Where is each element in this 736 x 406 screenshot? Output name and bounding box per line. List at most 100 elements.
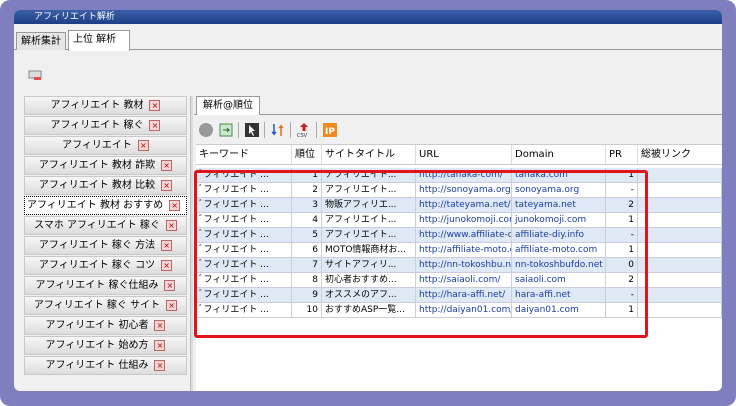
cell-title: MOTO情報商材お...	[322, 243, 416, 258]
cell-keyword: ﾞフィリエイト ...	[196, 273, 292, 288]
keyword-item[interactable]: アフィリエイト 稼ぐ サイト ×	[24, 296, 187, 315]
remove-keyword-icon[interactable]: ×	[165, 220, 177, 231]
cell-url: http://sonoyama.org/	[416, 183, 512, 198]
cell-backlinks	[638, 243, 722, 258]
column-header-backlinks[interactable]: 総被リンク	[638, 145, 722, 165]
cell-url: http://daiyan01.com/	[416, 303, 512, 318]
edit-list-icon[interactable]	[28, 70, 42, 81]
cell-domain: junokomoji.com	[512, 213, 606, 228]
cell-title: アフィリエイト...	[322, 183, 416, 198]
tab-aggregate[interactable]: 解析集計	[16, 32, 66, 50]
keyword-item[interactable]: アフィリエイト 仕組み ×	[24, 356, 187, 375]
table-row[interactable]: ﾞフィリエイト ... 1 アフィリエイト... http://tanaka-com/…	[196, 168, 722, 183]
splitter[interactable]	[190, 96, 193, 391]
stop-icon[interactable]	[198, 122, 214, 138]
cell-keyword: ﾞフィリエイト ...	[196, 198, 292, 213]
cell-pr: -	[606, 228, 638, 243]
column-header-url[interactable]: URL	[416, 145, 512, 165]
cursor-select-icon[interactable]	[244, 122, 260, 138]
keyword-item[interactable]: アフィリエイト 初心者 ×	[24, 316, 187, 335]
cell-backlinks	[638, 168, 722, 183]
table-row[interactable]: ﾞフィリエイト ... 6 MOTO情報商材お... http://affiliate…	[196, 243, 722, 258]
cell-title: アフィリエイト...	[322, 228, 416, 243]
tab-rank-analysis[interactable]: 解析@順位	[196, 96, 260, 115]
remove-keyword-icon[interactable]: ×	[166, 300, 178, 311]
cell-pr: 1	[606, 243, 638, 258]
result-toolbar: CSV IP	[194, 118, 722, 142]
svg-text:CSV: CSV	[297, 133, 308, 138]
cell-keyword: ﾞフィリエイト ...	[196, 168, 292, 183]
cell-rank: 8	[292, 273, 322, 288]
column-header-title[interactable]: サイトタイトル	[322, 145, 416, 165]
csv-export-icon[interactable]: CSV	[296, 122, 312, 139]
tab-top-analysis[interactable]: 上位 解析	[68, 30, 130, 51]
cell-pr: 0	[606, 258, 638, 273]
cell-keyword: ﾞフィリエイト ...	[196, 213, 292, 228]
keyword-label: アフィリエイト 仕組み	[45, 360, 149, 371]
sort-icon[interactable]	[270, 122, 286, 138]
cell-pr: 2	[606, 198, 638, 213]
cell-keyword: ﾞフィリエイト ...	[196, 243, 292, 258]
cell-keyword: ﾞフィリエイト ...	[196, 303, 292, 318]
cell-title: アフィリエイト...	[322, 168, 416, 183]
remove-keyword-icon[interactable]: ×	[154, 320, 166, 331]
cell-url: http://nn-tokoshbu.net/	[416, 258, 512, 273]
remove-keyword-icon[interactable]: ×	[149, 100, 161, 111]
ip-icon[interactable]: IP	[322, 122, 338, 138]
keyword-item[interactable]: アフィリエイト 稼ぐ ×	[24, 116, 187, 135]
keyword-item[interactable]: アフィリエイト ×	[24, 136, 187, 155]
cell-rank: 4	[292, 213, 322, 228]
window-title: アフィリエイト解析	[14, 10, 722, 24]
keyword-item[interactable]: アフィリエイト 始め方 ×	[24, 336, 187, 355]
remove-keyword-icon[interactable]: ×	[161, 260, 173, 271]
cell-url: http://junokomoji.com/	[416, 213, 512, 228]
remove-keyword-icon[interactable]: ×	[137, 140, 149, 151]
keyword-item[interactable]: スマホ アフィリエイト 稼ぐ ×	[24, 216, 187, 235]
keyword-item[interactable]: アフィリエイト 教材 比較 ×	[24, 176, 187, 195]
refresh-icon[interactable]	[218, 122, 234, 138]
table-row[interactable]: ﾞフィリエイト ... 4 アフィリエイト... http://junokomoji.…	[196, 213, 722, 228]
cell-domain: affiliate-moto.com	[512, 243, 606, 258]
cell-url: http://affiliate-moto.com/	[416, 243, 512, 258]
remove-keyword-icon[interactable]: ×	[149, 120, 161, 131]
keyword-item[interactable]: アフィリエイト 稼ぐ コツ ×	[24, 256, 187, 275]
cell-title: 初心者おすすめ...	[322, 273, 416, 288]
table-row[interactable]: ﾞフィリエイト ... 2 アフィリエイト... http://sonoyama.or…	[196, 183, 722, 198]
remove-keyword-icon[interactable]: ×	[164, 280, 176, 291]
table-row[interactable]: ﾞフィリエイト ... 9 オススメのアフ... http://hara-affi.n…	[196, 288, 722, 303]
table-row[interactable]: ﾞフィリエイト ... 10 おすすめASP一覧... http://daiyan01…	[196, 303, 722, 318]
cell-domain: sonoyama.org	[512, 183, 606, 198]
remove-keyword-icon[interactable]: ×	[154, 360, 166, 371]
keyword-label: アフィリエイト 始め方	[45, 340, 149, 351]
remove-keyword-icon[interactable]: ×	[161, 240, 173, 251]
keyword-label: アフィリエイト 稼ぐ	[50, 120, 144, 131]
cell-backlinks	[638, 288, 722, 303]
cell-title: サイトアフィリ...	[322, 258, 416, 273]
table-row[interactable]: ﾞフィリエイト ... 7 サイトアフィリ... http://nn-tokoshbu…	[196, 258, 722, 273]
cell-keyword: ﾞフィリエイト ...	[196, 258, 292, 273]
keyword-label: アフィリエイト 教材 詐欺	[38, 160, 156, 171]
cell-url: http://saiaoli.com/	[416, 273, 512, 288]
table-row[interactable]: ﾞフィリエイト ... 3 物販アフィリエ... http://tateyama.ne…	[196, 198, 722, 213]
keyword-item[interactable]: アフィリエイト 教材 ×	[24, 96, 187, 115]
remove-keyword-icon[interactable]: ×	[169, 200, 181, 211]
column-header-domain[interactable]: Domain	[512, 145, 606, 165]
keyword-item[interactable]: アフィリエイト 教材 おすすめ ×	[24, 196, 187, 215]
table-row[interactable]: ﾞフィリエイト ... 5 アフィリエイト... http://www.affilia…	[196, 228, 722, 243]
remove-keyword-icon[interactable]: ×	[161, 180, 173, 191]
cell-url: http://www.affiliate-diy.info/	[416, 228, 512, 243]
cell-domain: saiaoli.com	[512, 273, 606, 288]
keyword-item[interactable]: アフィリエイト 教材 詐欺 ×	[24, 156, 187, 175]
column-header-pr[interactable]: PR	[606, 145, 638, 165]
cell-pr: 1	[606, 168, 638, 183]
keyword-label: アフィリエイト 稼ぐ 方法	[38, 240, 156, 251]
remove-keyword-icon[interactable]: ×	[161, 160, 173, 171]
remove-keyword-icon[interactable]: ×	[154, 340, 166, 351]
cell-rank: 1	[292, 168, 322, 183]
keyword-item[interactable]: アフィリエイト 稼ぐ仕組み ×	[24, 276, 187, 295]
cell-rank: 10	[292, 303, 322, 318]
keyword-item[interactable]: アフィリエイト 稼ぐ 方法 ×	[24, 236, 187, 255]
column-header-keyword[interactable]: キーワード	[196, 145, 292, 165]
table-row[interactable]: ﾞフィリエイト ... 8 初心者おすすめ... http://saiaoli.com…	[196, 273, 722, 288]
column-header-rank[interactable]: 順位	[292, 145, 322, 165]
